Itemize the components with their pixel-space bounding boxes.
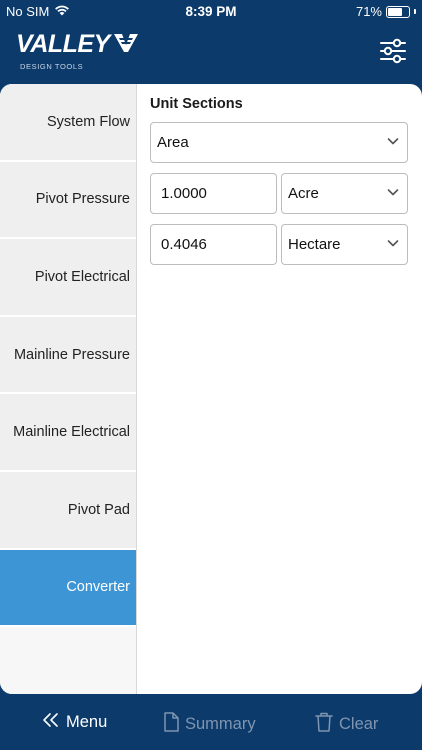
sidebar-item-label: System Flow [47, 113, 130, 130]
unit-text: Acre [288, 185, 319, 202]
sidebar-item-pivot-pad[interactable]: Pivot Pad [0, 471, 136, 550]
logo-subtitle: DESIGN TOOLS [20, 62, 84, 71]
menu-label: Menu [66, 713, 108, 731]
conversion-row-1: 1.0000 Acre [150, 173, 408, 214]
main-card: System Flow Pivot Pressure Pivot Electri… [0, 84, 422, 694]
clear-button[interactable]: Clear [315, 712, 378, 737]
valley-logo: VALLEY DESIGN TOOLS [16, 30, 139, 71]
unit-section-value: Area [157, 134, 189, 151]
summary-label: Summary [185, 715, 256, 733]
chevron-down-icon [387, 236, 399, 253]
converter-panel: Unit Sections Area 1.0000 Acre 0.4046 He… [150, 84, 408, 265]
chevron-down-icon [387, 134, 399, 151]
status-right: 71% [356, 4, 416, 19]
sidebar: System Flow Pivot Pressure Pivot Electri… [0, 84, 137, 694]
sliders-icon [378, 38, 408, 70]
battery-fill [388, 7, 403, 16]
logo-text: VALLEY [16, 30, 110, 58]
battery-tip [414, 9, 416, 14]
value-text: 1.0000 [161, 185, 207, 202]
value-input-2[interactable]: 0.4046 [150, 224, 277, 265]
unit-select-1[interactable]: Acre [281, 173, 408, 214]
value-input-1[interactable]: 1.0000 [150, 173, 277, 214]
settings-sliders-button[interactable] [378, 36, 408, 66]
sidebar-item-label: Mainline Pressure [13, 346, 130, 363]
sidebar-item-label: Converter [66, 579, 130, 596]
sidebar-item-pivot-pressure[interactable]: Pivot Pressure [0, 161, 136, 240]
document-icon [163, 712, 179, 737]
sidebar-item-label: Pivot Pressure [35, 191, 130, 208]
app-header: VALLEY DESIGN TOOLS [0, 24, 422, 84]
sidebar-item-label: Mainline Electrical [13, 424, 130, 441]
trash-icon [315, 712, 333, 737]
sidebar-item-system-flow[interactable]: System Flow [0, 84, 136, 162]
clear-label: Clear [339, 715, 379, 733]
summary-button[interactable]: Summary [163, 712, 256, 737]
sidebar-item-mainline-pressure[interactable]: Mainline Pressure [0, 316, 136, 395]
unit-select-2[interactable]: Hectare [281, 224, 408, 265]
sidebar-item-pivot-electrical[interactable]: Pivot Electrical [0, 239, 136, 317]
chevron-down-icon [387, 185, 399, 202]
bottom-toolbar: Menu Summary Clear [0, 694, 422, 750]
battery-icon [386, 5, 410, 18]
sidebar-item-converter[interactable]: Converter [0, 549, 136, 628]
sidebar-item-mainline-electrical[interactable]: Mainline Electrical [0, 394, 136, 472]
value-text: 0.4046 [161, 236, 207, 253]
sidebar-item-label: Pivot Pad [67, 501, 130, 518]
menu-button[interactable]: Menu [42, 712, 107, 733]
unit-text: Hectare [288, 236, 341, 253]
double-chevron-left-icon [42, 712, 60, 733]
conversion-row-2: 0.4046 Hectare [150, 224, 408, 265]
unit-section-select[interactable]: Area [150, 122, 408, 163]
valley-v-mark-icon [113, 32, 139, 59]
section-title: Unit Sections [150, 96, 243, 112]
sidebar-item-label: Pivot Electrical [34, 268, 130, 285]
status-bar: No SIM 8:39 PM 71% [0, 0, 422, 24]
battery-percent: 71% [355, 4, 382, 19]
